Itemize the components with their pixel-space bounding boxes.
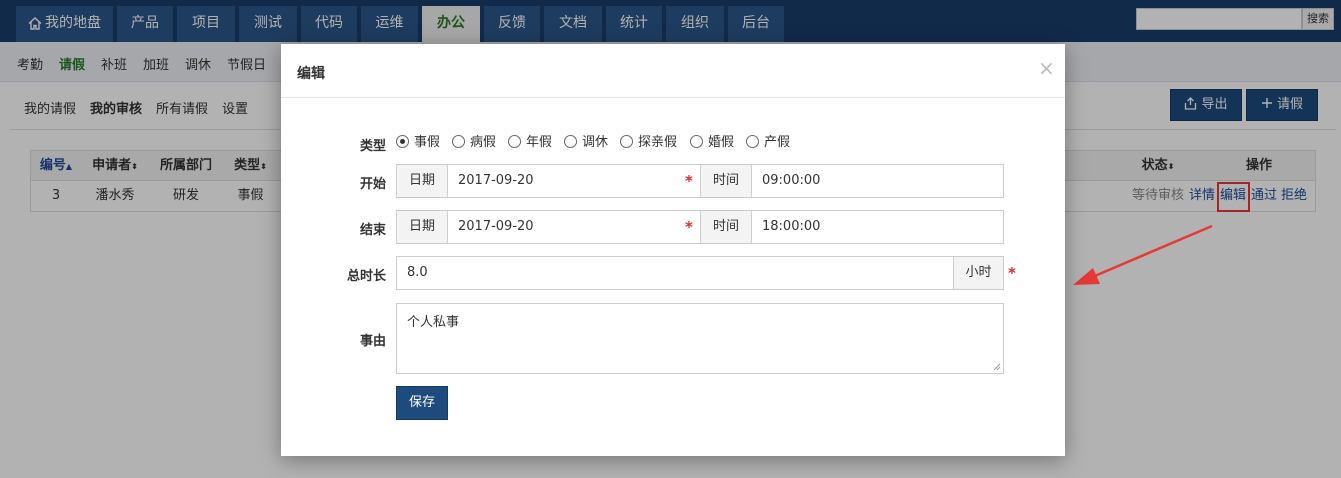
- end-label: 结束: [359, 223, 386, 238]
- resize-grip-icon[interactable]: [993, 363, 1001, 371]
- reason-text: 个人私事: [407, 315, 460, 330]
- radio-label: 事假: [414, 135, 441, 150]
- start-time-input[interactable]: 09:00:00: [762, 165, 992, 197]
- radio-button[interactable]: [690, 135, 703, 148]
- required-mark: *: [1008, 264, 1016, 282]
- radio-option-sick[interactable]: 病假: [452, 134, 496, 152]
- radio-button[interactable]: [564, 135, 577, 148]
- radio-option-maternity[interactable]: 产假: [746, 134, 790, 152]
- radio-label: 病假: [470, 135, 497, 150]
- edit-modal: 编辑 × 类型 事假 病假 年假 调休 探亲假 婚假 产假 开始 日期 2017…: [281, 44, 1065, 456]
- start-date-addon: 日期: [397, 165, 448, 197]
- start-time-addon: 时间: [701, 165, 752, 197]
- duration-input[interactable]: 8.0: [407, 257, 937, 289]
- modal-title: 编辑: [297, 66, 325, 82]
- reason-label: 事由: [359, 334, 386, 349]
- radio-label: 年假: [526, 135, 553, 150]
- modal-header: 编辑 ×: [281, 44, 1065, 98]
- start-date-input[interactable]: 2017-09-20: [458, 165, 688, 197]
- end-time-input[interactable]: 18:00:00: [762, 211, 992, 243]
- radio-label: 调休: [582, 135, 609, 150]
- required-mark: *: [685, 218, 693, 236]
- reason-textarea[interactable]: 个人私事: [396, 303, 1004, 374]
- radio-option-family-visit[interactable]: 探亲假: [620, 134, 677, 152]
- radio-button[interactable]: [452, 135, 465, 148]
- type-label: 类型: [359, 139, 386, 154]
- radio-button[interactable]: [746, 135, 759, 148]
- duration-group: 8.0 小时: [396, 256, 1004, 290]
- required-mark: *: [685, 172, 693, 190]
- start-date-group: 日期 2017-09-20: [396, 164, 701, 198]
- radio-label: 探亲假: [638, 135, 678, 150]
- start-label: 开始: [359, 177, 386, 192]
- end-date-input[interactable]: 2017-09-20: [458, 211, 688, 243]
- radio-option-lieu[interactable]: 调休: [564, 134, 608, 152]
- radio-label: 婚假: [708, 135, 735, 150]
- end-date-group: 日期 2017-09-20: [396, 210, 701, 244]
- end-time-group: 时间 18:00:00: [700, 210, 1004, 244]
- radio-option-personal[interactable]: 事假: [396, 134, 440, 152]
- start-time-group: 时间 09:00:00: [700, 164, 1004, 198]
- radio-option-annual[interactable]: 年假: [508, 134, 552, 152]
- close-icon[interactable]: ×: [1038, 56, 1055, 80]
- radio-label: 产假: [764, 135, 791, 150]
- duration-unit-addon: 小时: [953, 257, 1003, 289]
- radio-button[interactable]: [508, 135, 521, 148]
- radio-option-marriage[interactable]: 婚假: [690, 134, 734, 152]
- radio-button[interactable]: [396, 135, 409, 148]
- end-date-addon: 日期: [397, 211, 448, 243]
- end-time-addon: 时间: [701, 211, 752, 243]
- radio-button[interactable]: [620, 135, 633, 148]
- duration-label: 总时长: [346, 269, 386, 284]
- save-button[interactable]: 保存: [396, 386, 448, 420]
